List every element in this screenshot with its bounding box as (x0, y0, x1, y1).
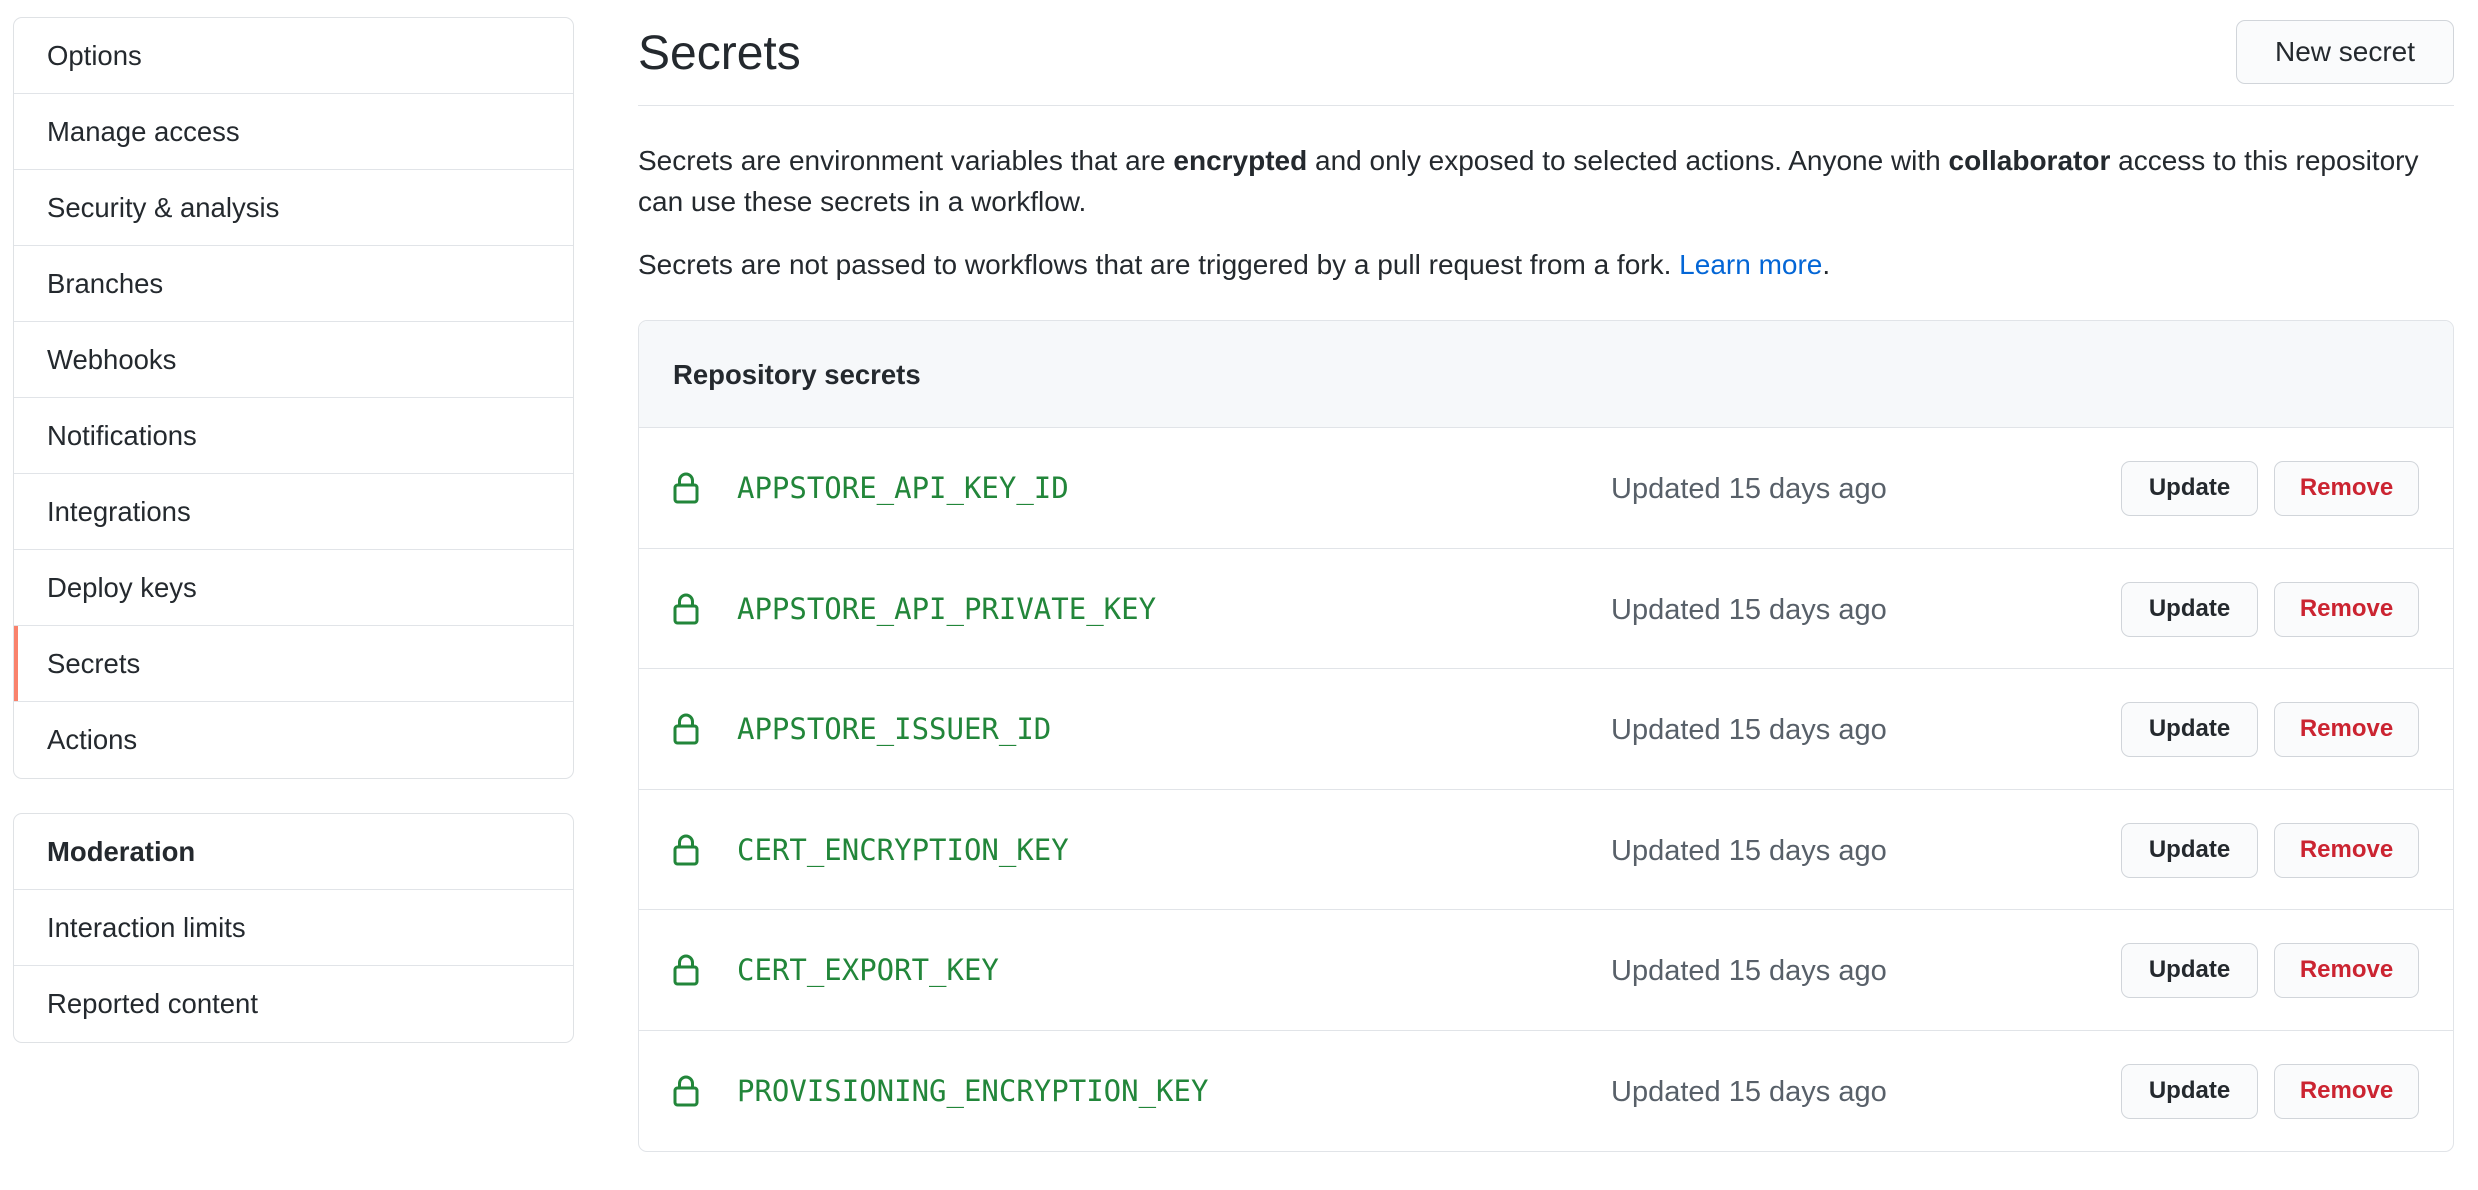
secret-row: CERT_EXPORT_KEY Updated 15 days ago Upda… (639, 910, 2453, 1031)
lock-icon (673, 954, 699, 986)
secret-row: APPSTORE_API_KEY_ID Updated 15 days ago … (639, 428, 2453, 549)
secret-row: PROVISIONING_ENCRYPTION_KEY Updated 15 d… (639, 1031, 2453, 1152)
secret-updated-time: Updated 15 days ago (1611, 593, 1887, 626)
secret-name: APPSTORE_API_KEY_ID (737, 471, 1069, 505)
lock-icon (673, 713, 699, 745)
sidebar-item-security-analysis[interactable]: Security & analysis (14, 170, 573, 246)
update-secret-button[interactable]: Update (2121, 1063, 2258, 1119)
description-paragraph-1: Secrets are environment variables that a… (638, 140, 2454, 222)
sidebar-item-options[interactable]: Options (14, 18, 573, 94)
secrets-description: Secrets are environment variables that a… (638, 140, 2454, 285)
secret-name: CERT_ENCRYPTION_KEY (737, 832, 1069, 867)
sidebar-item-reported-content[interactable]: Reported content (14, 966, 573, 1042)
remove-secret-button[interactable]: Remove (2274, 461, 2419, 516)
sidebar-item-actions[interactable]: Actions (14, 702, 573, 778)
remove-secret-button[interactable]: Remove (2274, 1063, 2419, 1119)
secret-updated-time: Updated 15 days ago (1611, 834, 1887, 867)
remove-secret-button[interactable]: Remove (2274, 581, 2419, 637)
moderation-heading: Moderation (14, 814, 573, 890)
secret-name: APPSTORE_API_PRIVATE_KEY (737, 591, 1157, 626)
secret-updated-time: Updated 15 days ago (1611, 714, 1887, 746)
update-secret-button[interactable]: Update (2121, 943, 2258, 998)
lock-icon (673, 472, 699, 504)
remove-secret-button[interactable]: Remove (2274, 943, 2419, 998)
repository-secrets-box: Repository secrets APPSTORE_API_KEY_ID U… (638, 320, 2454, 1152)
secret-name: APPSTORE_ISSUER_ID (737, 712, 1052, 746)
description-text: Secrets are environment variables that a… (638, 145, 1174, 176)
sidebar-item-webhooks[interactable]: Webhooks (14, 322, 573, 398)
moderation-menu: Moderation Interaction limits Reported c… (13, 813, 574, 1043)
page-title: Secrets (638, 27, 801, 80)
sidebar-item-manage-access[interactable]: Manage access (14, 94, 573, 170)
update-secret-button[interactable]: Update (2121, 461, 2258, 516)
description-paragraph-2: Secrets are not passed to workflows that… (638, 244, 2454, 285)
sidebar-item-branches[interactable]: Branches (14, 246, 573, 322)
repository-secrets-heading: Repository secrets (639, 321, 2453, 428)
description-text: and only exposed to selected actions. An… (1307, 145, 1949, 176)
secret-row: APPSTORE_API_PRIVATE_KEY Updated 15 days… (639, 549, 2453, 669)
description-text: . (1822, 249, 1831, 280)
update-secret-button[interactable]: Update (2121, 822, 2258, 878)
sidebar-item-notifications[interactable]: Notifications (14, 398, 573, 474)
secret-name: PROVISIONING_ENCRYPTION_KEY (737, 1073, 1209, 1108)
sidebar-item-secrets[interactable]: Secrets (14, 626, 573, 702)
secret-row: APPSTORE_ISSUER_ID Updated 15 days ago U… (639, 669, 2453, 790)
update-secret-button[interactable]: Update (2121, 702, 2258, 757)
secret-row: CERT_ENCRYPTION_KEY Updated 15 days ago … (639, 790, 2453, 910)
description-emphasis-collaborator: collaborator (1948, 145, 2111, 176)
lock-icon (673, 1075, 699, 1106)
settings-menu: Options Manage access Security & analysi… (13, 17, 574, 779)
sidebar-item-deploy-keys[interactable]: Deploy keys (14, 550, 573, 626)
secret-updated-time: Updated 15 days ago (1611, 1075, 1887, 1108)
page-header: Secrets New secret (638, 0, 2454, 106)
update-secret-button[interactable]: Update (2121, 581, 2258, 637)
remove-secret-button[interactable]: Remove (2274, 702, 2419, 757)
remove-secret-button[interactable]: Remove (2274, 822, 2419, 878)
secret-updated-time: Updated 15 days ago (1611, 955, 1887, 987)
sidebar-item-interaction-limits[interactable]: Interaction limits (14, 890, 573, 966)
secret-updated-time: Updated 15 days ago (1611, 473, 1887, 505)
description-text: Secrets are not passed to workflows that… (638, 249, 1680, 280)
description-emphasis-encrypted: encrypted (1173, 145, 1308, 176)
lock-icon (673, 593, 699, 624)
secrets-main: Secrets New secret Secrets are environme… (638, 0, 2454, 1152)
sidebar-item-integrations[interactable]: Integrations (14, 474, 573, 550)
secret-name: CERT_EXPORT_KEY (737, 953, 999, 987)
lock-icon (673, 834, 699, 865)
settings-sidebar: Options Manage access Security & analysi… (13, 17, 574, 1043)
learn-more-link[interactable]: Learn more (1679, 249, 1822, 280)
new-secret-button[interactable]: New secret (2236, 20, 2454, 84)
